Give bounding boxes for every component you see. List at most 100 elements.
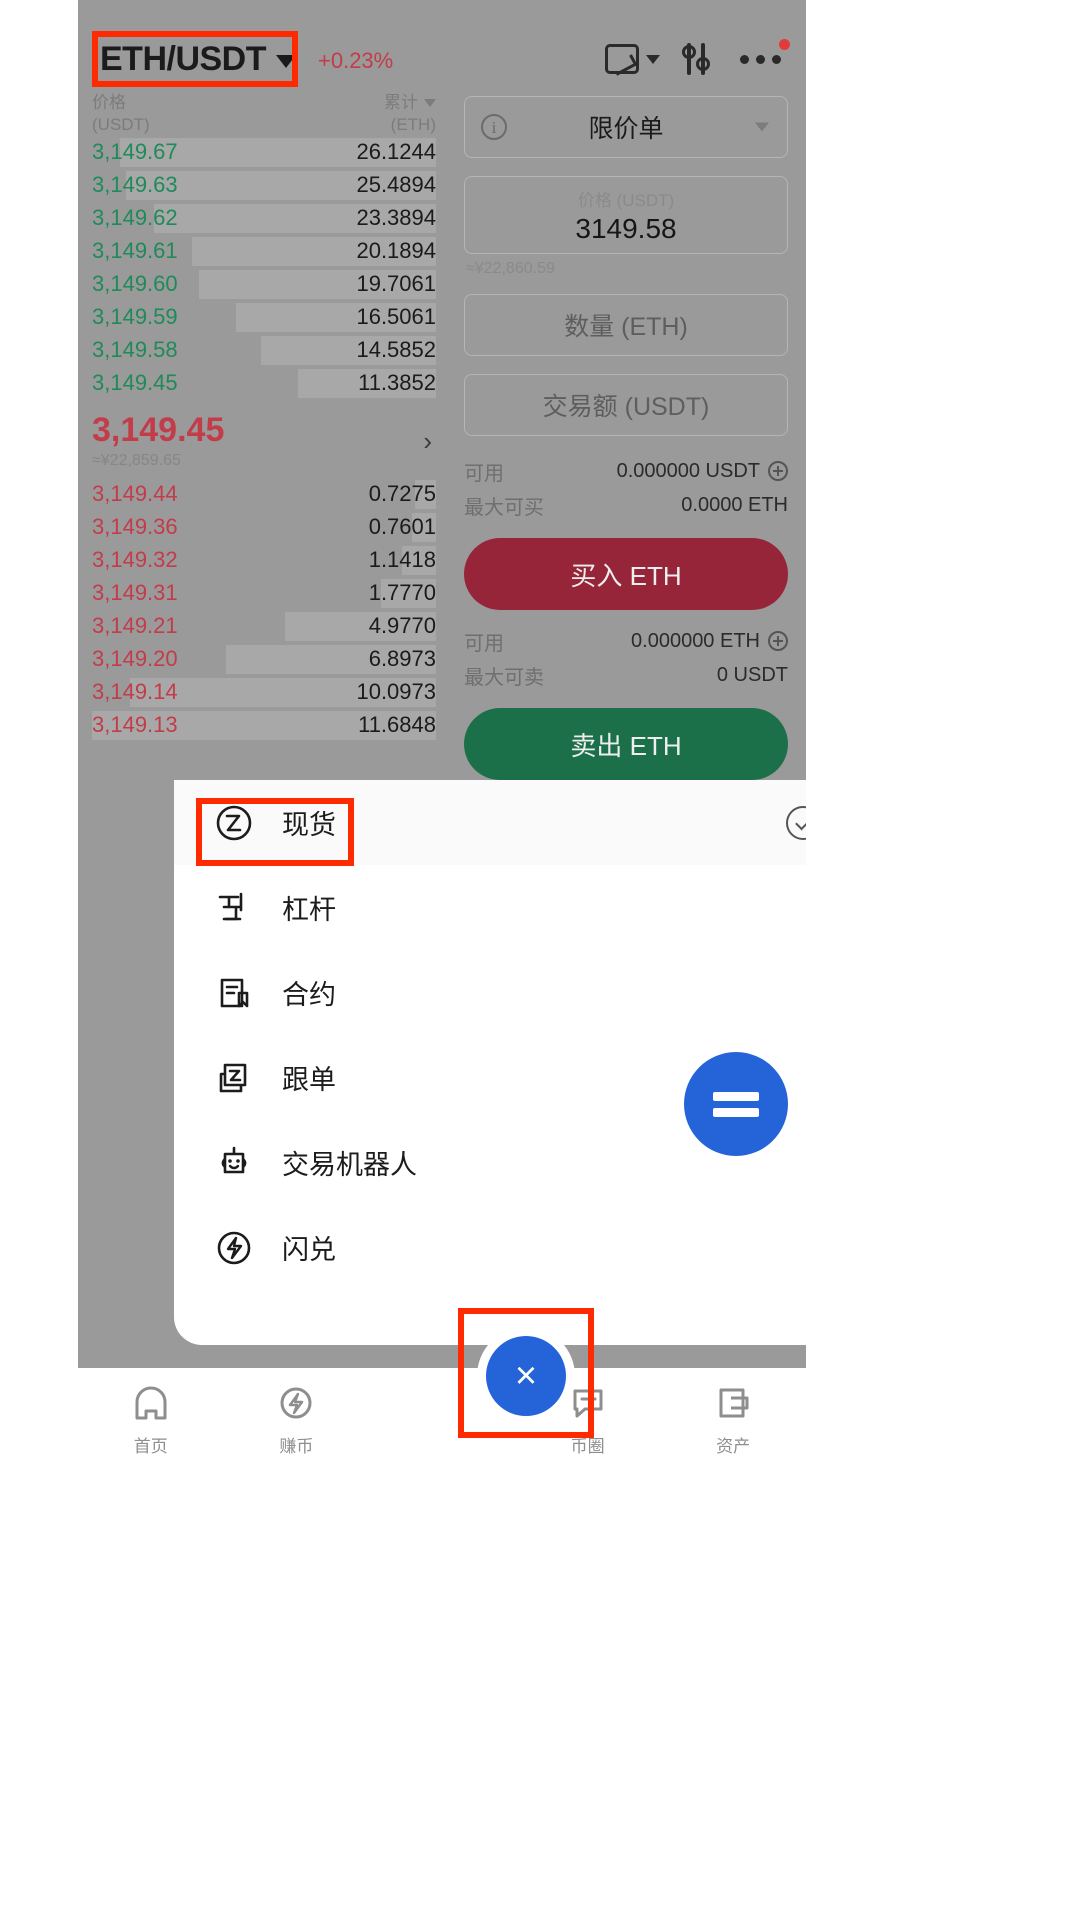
buy-available-label: 可用 [464, 462, 504, 485]
order-book-price: 3,149.67 [92, 139, 178, 164]
last-price-row[interactable]: 3,149.45 ≈¥22,859.65 › [92, 400, 436, 478]
order-book-price: 3,149.62 [92, 205, 178, 230]
bottom-navigation: 首页 赚币 币圈 资产 [78, 1368, 806, 1496]
sheet-item-2[interactable]: 合约 [174, 950, 806, 1035]
sell-button[interactable]: 卖出 ETH [464, 708, 788, 780]
order-book-qty: 20.1894 [356, 238, 436, 263]
sheet-item-1[interactable]: 杠杆 [174, 865, 806, 950]
total-placeholder: 交易额 (USDT) [542, 393, 710, 421]
order-book-price: 3,149.32 [92, 547, 178, 572]
order-book-qty: 19.7061 [356, 271, 436, 296]
sheet-item-label: 现货 [282, 810, 336, 840]
order-book-row[interactable]: 3,149.45 11.3852 [92, 367, 436, 400]
orderbook-layout-icon [713, 1091, 759, 1101]
spot-icon [212, 801, 256, 845]
order-book-row[interactable]: 3,149.44 0.7275 [92, 478, 436, 511]
price-input[interactable]: 价格 (USDT) 3149.58 [464, 176, 788, 254]
order-book-row[interactable]: 3,149.61 20.1894 [92, 235, 436, 268]
nav-label-earn: 赚币 [279, 1437, 314, 1456]
order-form: i 限价单 价格 (USDT) 3149.58 ≈¥22,860.59 数量 (… [446, 96, 806, 794]
order-book-row[interactable]: 3,149.58 14.5852 [92, 334, 436, 367]
order-book-row[interactable]: 3,149.13 11.6848 [92, 709, 436, 742]
pair-label: ETH/USDT [100, 39, 267, 78]
add-funds-icon[interactable] [768, 631, 788, 651]
sheet-item-5[interactable]: 闪兑 [174, 1205, 806, 1290]
price-cny-hint: ≈¥22,860.59 [466, 260, 555, 277]
chevron-right-icon[interactable]: › [423, 426, 436, 457]
buy-max-value: 0.0000 ETH [681, 493, 788, 516]
order-book-qty: 0.7601 [368, 514, 436, 539]
sell-max-label: 最大可卖 [464, 666, 544, 689]
trading-bot-icon [212, 1141, 256, 1185]
orderbook-layout-button[interactable] [684, 1052, 788, 1156]
order-book-row[interactable]: 3,149.36 0.7601 [92, 511, 436, 544]
price-input-value: 3149.58 [575, 212, 677, 244]
order-book-price: 3,149.60 [92, 271, 178, 296]
sheet-item-label: 交易机器人 [282, 1150, 417, 1180]
last-price: 3,149.45 [92, 410, 225, 449]
sheet-item-label: 跟单 [282, 1065, 336, 1095]
trade-screen: ETH/USDT +0.23% 价格 (USDT) 累计 (ETH) 3,149… [78, 0, 806, 1496]
order-book-price: 3,149.58 [92, 337, 178, 362]
order-book-row[interactable]: 3,149.21 4.9770 [92, 610, 436, 643]
chart-toggle-button[interactable] [605, 44, 660, 74]
order-book-row[interactable]: 3,149.32 1.1418 [92, 544, 436, 577]
sheet-item-label: 合约 [282, 980, 336, 1010]
more-dots-icon[interactable] [740, 39, 790, 69]
order-book-row[interactable]: 3,149.20 6.8973 [92, 643, 436, 676]
order-book-row[interactable]: 3,149.62 23.3894 [92, 202, 436, 235]
close-icon[interactable]: × [486, 1336, 566, 1416]
add-funds-icon[interactable] [768, 461, 788, 481]
last-price-cny: ≈¥22,859.65 [92, 452, 181, 470]
total-input[interactable]: 交易额 (USDT) [464, 374, 788, 436]
notification-badge [779, 39, 790, 50]
buy-button[interactable]: 买入 ETH [464, 538, 788, 610]
home-icon [129, 1384, 173, 1424]
check-icon [786, 805, 806, 840]
depth-settings-icon[interactable] [682, 43, 718, 75]
order-book-qty: 11.3852 [358, 370, 436, 395]
earn-icon [274, 1384, 318, 1424]
nav-item-earn[interactable]: 赚币 [224, 1384, 370, 1457]
order-book-qty: 23.3894 [356, 205, 436, 230]
order-book: 价格 (USDT) 累计 (ETH) 3,149.67 26.1244 3,149.… [78, 92, 446, 782]
order-type-selector[interactable]: i 限价单 [464, 96, 788, 158]
sell-available-value: 0.000000 ETH [631, 629, 760, 652]
order-book-price: 3,149.59 [92, 304, 178, 329]
order-book-price: 3,149.36 [92, 514, 178, 539]
order-book-qty: 16.5061 [356, 304, 436, 329]
order-book-row[interactable]: 3,149.67 26.1244 [92, 136, 436, 169]
order-book-qty: 14.5852 [356, 337, 436, 362]
order-book-row[interactable]: 3,149.63 25.4894 [92, 169, 436, 202]
buy-max-label: 最大可买 [464, 496, 544, 519]
pair-selector[interactable]: ETH/USDT [92, 30, 304, 87]
amount-placeholder: 数量 (ETH) [564, 313, 688, 341]
nav-item-assets[interactable]: 资产 [660, 1384, 806, 1457]
price-change-percent: +0.23% [318, 48, 394, 73]
order-book-price: 3,149.63 [92, 172, 178, 197]
order-book-row[interactable]: 3,149.60 19.7061 [92, 268, 436, 301]
bid-rows: 3,149.44 0.7275 3,149.36 0.7601 3,149.32 1.14… [92, 478, 436, 742]
margin-icon [212, 886, 256, 930]
buy-available-row: 可用 0.000000 USDT [464, 454, 788, 488]
sell-available-label: 可用 [464, 632, 504, 655]
chart-icon [605, 44, 639, 74]
buy-max-row: 最大可买 0.0000 ETH [464, 488, 788, 522]
chevron-down-icon [755, 122, 769, 132]
order-book-row[interactable]: 3,149.59 16.5061 [92, 301, 436, 334]
info-icon[interactable]: i [481, 114, 507, 140]
sheet-item-0[interactable]: 现货 [174, 780, 806, 865]
order-book-qty: 1.1418 [368, 547, 436, 572]
order-book-row[interactable]: 3,149.14 10.0973 [92, 676, 436, 709]
nav-label-community: 币圈 [570, 1437, 605, 1456]
sell-max-row: 最大可卖 0 USDT [464, 658, 788, 692]
order-book-cum-header[interactable]: 累计 [384, 92, 436, 114]
order-book-qty: 1.7770 [368, 580, 436, 605]
order-book-row[interactable]: 3,149.31 1.7770 [92, 577, 436, 610]
sheet-item-label: 闪兑 [282, 1235, 336, 1265]
nav-item-home[interactable]: 首页 [78, 1384, 224, 1457]
amount-input[interactable]: 数量 (ETH) [464, 294, 788, 356]
sheet-close-button[interactable]: × [477, 1327, 575, 1425]
order-book-qty: 4.9770 [368, 613, 436, 638]
order-book-cum-unit: (ETH) [390, 114, 436, 134]
